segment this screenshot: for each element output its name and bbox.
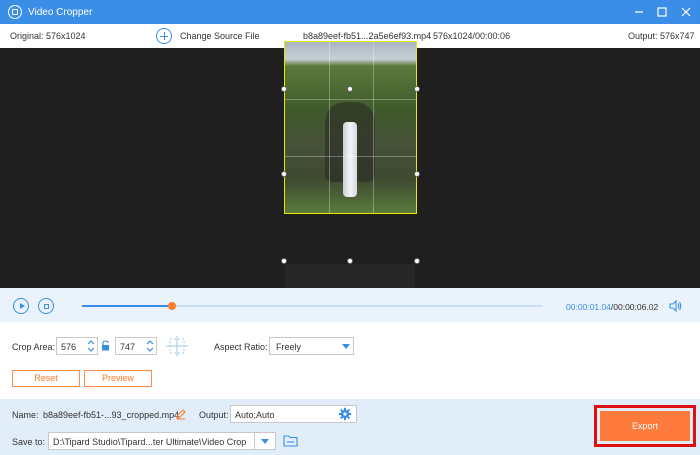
crop-handle-top-left[interactable] bbox=[281, 86, 287, 92]
source-file-name: b8a89eef-fb51...2a5e6ef93.mp4 bbox=[303, 31, 432, 41]
crop-area-label: Crop Area: bbox=[12, 342, 56, 352]
folder-icon[interactable] bbox=[283, 434, 298, 447]
gear-icon[interactable] bbox=[338, 407, 352, 421]
progress-knob[interactable] bbox=[167, 302, 176, 310]
stop-icon bbox=[43, 303, 49, 309]
lock-ratio-icon[interactable] bbox=[101, 340, 110, 351]
height-stepper-icon[interactable] bbox=[146, 337, 154, 355]
play-button[interactable] bbox=[13, 298, 29, 314]
crop-handle-top[interactable] bbox=[347, 86, 353, 92]
name-label: Name: bbox=[12, 410, 39, 420]
video-image bbox=[285, 42, 416, 213]
preview-button[interactable]: Preview bbox=[84, 370, 152, 387]
save-to-label: Save to: bbox=[12, 437, 46, 447]
crop-box[interactable] bbox=[284, 41, 417, 214]
crop-handle-top-right[interactable] bbox=[414, 86, 420, 92]
output-settings-value: Auto;Auto bbox=[235, 410, 275, 420]
edit-icon[interactable] bbox=[175, 408, 187, 420]
output-size: Output: 576x747 bbox=[628, 31, 695, 41]
change-source-label: Change Source File bbox=[180, 31, 260, 41]
crop-handle-right[interactable] bbox=[414, 171, 420, 177]
source-resolution: 576x1024/00:00:06 bbox=[433, 31, 511, 41]
close-button[interactable] bbox=[678, 4, 694, 20]
chevron-down-icon bbox=[342, 344, 350, 349]
save-path-value: D:\Tipard Studio\Tipard...ter Ultimate\V… bbox=[53, 437, 247, 447]
maximize-button[interactable] bbox=[654, 4, 670, 20]
aspect-ratio-label: Aspect Ratio: bbox=[214, 342, 268, 352]
export-button[interactable]: Export bbox=[600, 411, 690, 441]
crop-handle-bottom-left[interactable] bbox=[281, 258, 287, 264]
minimize-button[interactable] bbox=[631, 4, 647, 20]
change-source-button[interactable]: Change Source File bbox=[156, 28, 260, 44]
output-file-name: b8a89eef-fb51-...93_cropped.mp4 bbox=[43, 410, 180, 420]
add-icon bbox=[156, 28, 172, 44]
stop-button[interactable] bbox=[38, 298, 54, 314]
time-current: 00:00:01.04 bbox=[566, 302, 611, 312]
reset-button[interactable]: Reset bbox=[12, 370, 80, 387]
original-size: Original: 576x1024 bbox=[10, 31, 86, 41]
output-label: Output: bbox=[199, 410, 229, 420]
center-crop-icon[interactable] bbox=[165, 335, 189, 357]
play-icon bbox=[19, 303, 25, 309]
window-title: Video Cropper bbox=[28, 6, 93, 18]
progress-fill bbox=[82, 305, 172, 307]
width-stepper-icon[interactable] bbox=[87, 337, 95, 355]
time-total: /00:00:06.02 bbox=[610, 302, 659, 312]
volume-icon[interactable] bbox=[668, 299, 682, 313]
crop-handle-bottom[interactable] bbox=[347, 258, 353, 264]
crop-height-value: 747 bbox=[120, 342, 136, 352]
chevron-down-icon bbox=[261, 439, 269, 444]
crop-handle-bottom-right[interactable] bbox=[414, 258, 420, 264]
title-bar: Video Cropper bbox=[0, 0, 700, 24]
crop-width-value: 576 bbox=[61, 342, 77, 352]
aspect-ratio-value: Freely bbox=[276, 342, 302, 352]
time-display: 00:00:01.04/00:00:06.02 bbox=[566, 302, 658, 312]
save-path-field[interactable]: D:\Tipard Studio\Tipard...ter Ultimate\V… bbox=[48, 432, 276, 450]
crop-app-icon bbox=[8, 5, 22, 19]
crop-handle-left[interactable] bbox=[281, 171, 287, 177]
